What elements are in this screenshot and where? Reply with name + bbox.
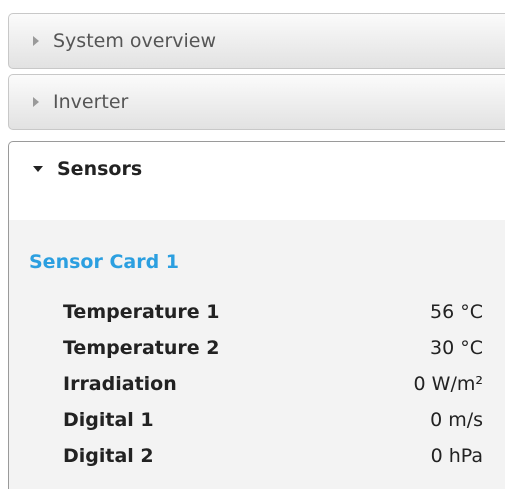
triangle-down-icon <box>33 166 43 172</box>
sensor-label: Irradiation <box>63 373 177 395</box>
sensor-row-irradiation: Irradiation 0 W/m² <box>63 372 483 396</box>
accordion-header-sensors[interactable]: Sensors <box>8 141 505 197</box>
sensor-accordion-view: System overview Inverter Sensors Sensor … <box>0 0 505 489</box>
sensor-value: 30 °C <box>430 337 483 359</box>
accordion-header-label: Inverter <box>53 90 129 113</box>
accordion-header-label: System overview <box>53 29 217 52</box>
sensor-row-temperature-2: Temperature 2 30 °C <box>63 336 483 360</box>
accordion-header-label: Sensors <box>57 157 143 180</box>
sensor-value: 56 °C <box>430 301 483 323</box>
sensor-value: 0 m/s <box>430 409 483 431</box>
accordion-header-system-overview[interactable]: System overview <box>8 13 505 69</box>
sensor-label: Temperature 1 <box>63 301 220 323</box>
triangle-right-icon <box>33 36 39 46</box>
triangle-right-icon <box>33 97 39 107</box>
sensor-row-temperature-1: Temperature 1 56 °C <box>63 300 483 324</box>
sensor-value: 0 hPa <box>430 445 483 467</box>
sensor-card-title: Sensor Card 1 <box>29 251 180 273</box>
sensor-row-digital-2: Digital 2 0 hPa <box>63 444 483 468</box>
accordion-header-inverter[interactable]: Inverter <box>8 74 505 130</box>
sensor-label: Digital 1 <box>63 409 154 431</box>
sensor-value: 0 W/m² <box>413 373 483 395</box>
sensor-row-digital-1: Digital 1 0 m/s <box>63 408 483 432</box>
sensor-label: Digital 2 <box>63 445 154 467</box>
sensor-label: Temperature 2 <box>63 337 220 359</box>
